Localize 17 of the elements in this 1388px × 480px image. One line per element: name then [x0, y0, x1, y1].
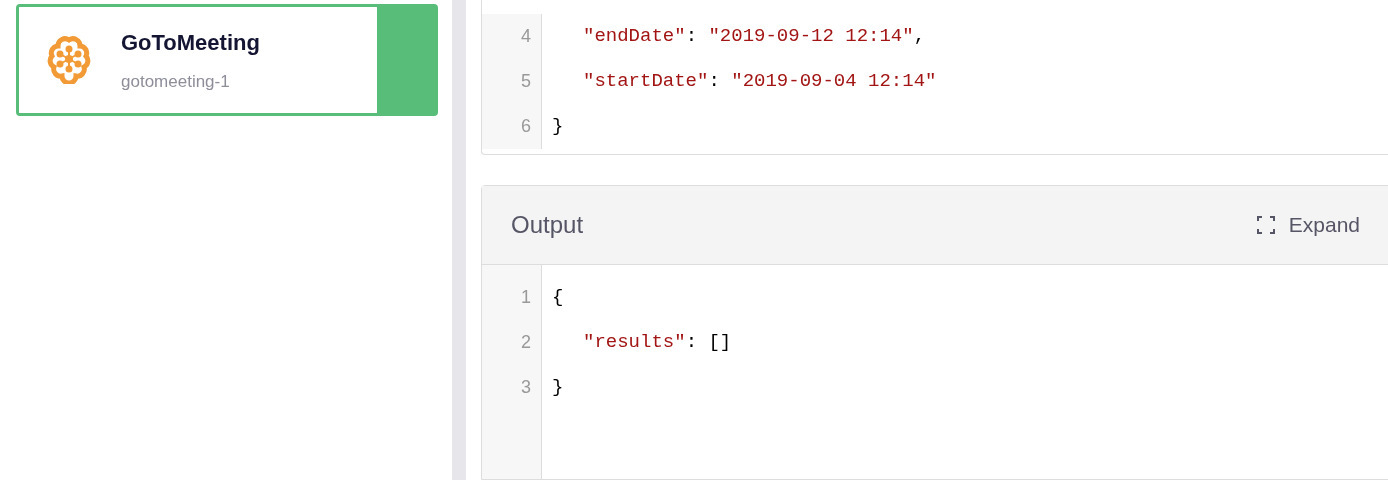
splitter-bar[interactable]: [452, 0, 466, 480]
line-number: 5: [482, 59, 542, 104]
expand-button[interactable]: Expand: [1256, 209, 1360, 241]
line-number: 6: [482, 104, 542, 149]
integration-title: GoToMeeting: [121, 28, 260, 57]
code-line: {: [551, 285, 564, 310]
output-title: Output: [511, 209, 584, 240]
integration-card[interactable]: GoToMeeting gotomeeting-1: [16, 4, 438, 116]
line-number: 4: [482, 14, 542, 59]
code-line: "endDate": "2019-09-12 12:14",: [582, 24, 926, 50]
flower-logo-icon: [47, 36, 91, 84]
code-line: "startDate": "2019-09-04 12:14": [582, 69, 937, 95]
code-line: "results": []: [582, 330, 732, 355]
expand-icon: [1256, 215, 1275, 234]
code-line: }: [551, 375, 564, 400]
integration-subtitle: gotomeeting-1: [121, 70, 231, 93]
code-line: }: [551, 114, 564, 140]
